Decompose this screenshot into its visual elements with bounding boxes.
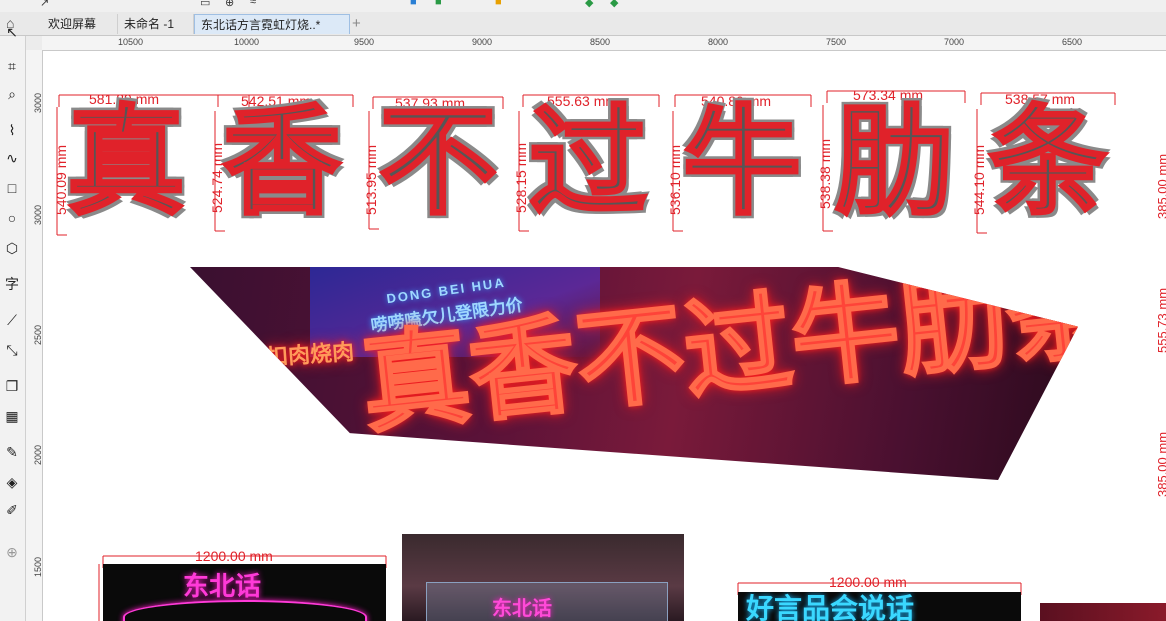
height-dimension[interactable]: 385.00 mm — [1155, 154, 1166, 219]
height-dimension[interactable]: 385.00 mm — [1155, 432, 1166, 497]
tab-welcome[interactable]: 欢迎屏幕 — [42, 14, 118, 34]
toolbar-icon[interactable]: ≈ — [250, 0, 256, 8]
ruler-label: 7500 — [826, 37, 847, 47]
pick-tool-icon[interactable]: ↖ — [2, 22, 22, 42]
sign-glyph[interactable]: 条 — [987, 96, 1108, 229]
outline-pen-icon[interactable]: ✐ — [2, 500, 22, 520]
neon-sign-photo[interactable]: DONG BEI HUA 唠唠嗑欠儿登限力价 扣肉烧肉 真香不过牛肋条 — [190, 267, 1078, 480]
ruler-label: 3000 — [33, 204, 43, 226]
ruler-label: 8000 — [708, 37, 729, 47]
neon-sign-photo-mid[interactable]: 东北话 — [402, 534, 684, 621]
neon-sign-photo-right[interactable]: 好言品会说话 — [738, 592, 1021, 621]
connector-icon[interactable]: ⤡ — [2, 340, 22, 360]
sign-glyph[interactable]: 牛 — [681, 96, 802, 229]
toolbox: ↖ ⌗ ⌕ ⌇ ∿ □ ○ ⬡ 字 ⟋ ⤡ ❐ ▦ ✎ ◈ ✐ ⊕ — [0, 24, 26, 621]
toolbar-icon[interactable]: ◆ — [610, 0, 618, 9]
fill-icon[interactable]: ◈ — [2, 472, 22, 492]
neon-arc — [123, 600, 367, 621]
height-dimension[interactable]: 538.38 mm — [817, 139, 833, 209]
ruler-label: 10000 — [234, 37, 260, 47]
menu-toolbar-strip: ↗ ▭ ⊕ ≈ ■ ■ ■ ◆ ◆ — [0, 0, 1166, 12]
toolbar-icon[interactable]: ▭ — [200, 0, 210, 9]
toolbar-icon[interactable]: ■ — [435, 0, 442, 8]
toolbar-icon[interactable]: ⊕ — [225, 0, 234, 9]
freehand-icon[interactable]: ⌇ — [2, 120, 22, 140]
height-dimension[interactable]: 513.95 mm — [363, 145, 379, 215]
ruler-label: 7000 — [944, 37, 965, 47]
height-dimension[interactable]: 555.73 mm — [1155, 288, 1166, 353]
sign-glyph[interactable]: 过 — [527, 96, 648, 229]
dimension-icon[interactable]: ⟋ — [2, 310, 22, 330]
text-icon[interactable]: 字 — [2, 274, 22, 294]
ruler-label: 9000 — [472, 37, 493, 47]
sign-glyph[interactable]: 真 — [65, 96, 186, 229]
polygon-icon[interactable]: ⬡ — [2, 238, 22, 258]
transparency-icon[interactable]: ▦ — [2, 406, 22, 426]
width-dimension[interactable]: 1200.00 mm — [195, 548, 273, 564]
toolbar-icon[interactable]: ■ — [410, 0, 417, 8]
ruler-label: 2000 — [33, 444, 43, 466]
drop-shadow-icon[interactable]: ❐ — [2, 376, 22, 396]
neon-text: 好言品会说话 — [746, 593, 915, 621]
artistic-media-icon[interactable]: ∿ — [2, 148, 22, 168]
ruler-label: 1500 — [33, 556, 43, 578]
horizontal-ruler[interactable]: 10500 10000 9500 9000 8500 8000 7500 700… — [42, 36, 1166, 51]
vertical-ruler[interactable]: 3000 3000 2500 2000 1500 — [26, 50, 43, 621]
add-icon[interactable]: ⊕ — [2, 542, 22, 562]
tab-untitled[interactable]: 未命名 -1 — [118, 14, 194, 34]
ruler-label: 3000 — [33, 92, 43, 114]
neon-sign-photo-left[interactable]: 东北话 — [103, 564, 386, 621]
crop-icon[interactable]: ⌗ — [2, 56, 22, 76]
neon-text: 东北话 — [183, 571, 262, 601]
neon-text: 扣肉烧肉 — [265, 338, 355, 371]
toolbar-icon[interactable]: ■ — [495, 0, 502, 8]
sign-glyph[interactable]: 不 — [377, 96, 498, 229]
ruler-label: 9500 — [354, 37, 375, 47]
toolbar-icon[interactable]: ◆ — [585, 0, 593, 9]
width-dimension[interactable]: 1200.00 mm — [829, 574, 907, 590]
neon-text: 东北话 — [492, 598, 552, 620]
ruler-corner[interactable] — [26, 36, 43, 51]
drawing-canvas[interactable]: 581.89 mm 542.51 mm 537.93 mm 555.63 mm … — [43, 51, 1166, 621]
zoom-icon[interactable]: ⌕ — [2, 84, 22, 104]
height-dimension[interactable]: 536.10 mm — [667, 145, 683, 215]
ruler-label: 6500 — [1062, 37, 1083, 47]
tab-neon-document[interactable]: 东北话方言霓虹灯烧..* — [194, 14, 350, 34]
ruler-label: 2500 — [33, 324, 43, 346]
sign-glyph[interactable]: 肋 — [833, 96, 954, 229]
height-dimension[interactable]: 544.10 mm — [971, 145, 987, 215]
sign-glyph[interactable]: 香 — [221, 96, 342, 229]
toolbar-icon[interactable]: ↗ — [40, 0, 49, 9]
height-dimension[interactable]: 528.15 mm — [513, 143, 529, 213]
ruler-label: 8500 — [590, 37, 611, 47]
eyedropper-icon[interactable]: ✎ — [2, 442, 22, 462]
rectangle-icon[interactable]: □ — [2, 178, 22, 198]
ellipse-icon[interactable]: ○ — [2, 208, 22, 228]
photo-fragment[interactable] — [1040, 603, 1166, 621]
add-tab-icon[interactable]: + — [352, 15, 361, 32]
document-tab-bar: ⌂ 欢迎屏幕 未命名 -1 东北话方言霓虹灯烧..* + — [0, 12, 1166, 36]
ruler-label: 10500 — [118, 37, 144, 47]
